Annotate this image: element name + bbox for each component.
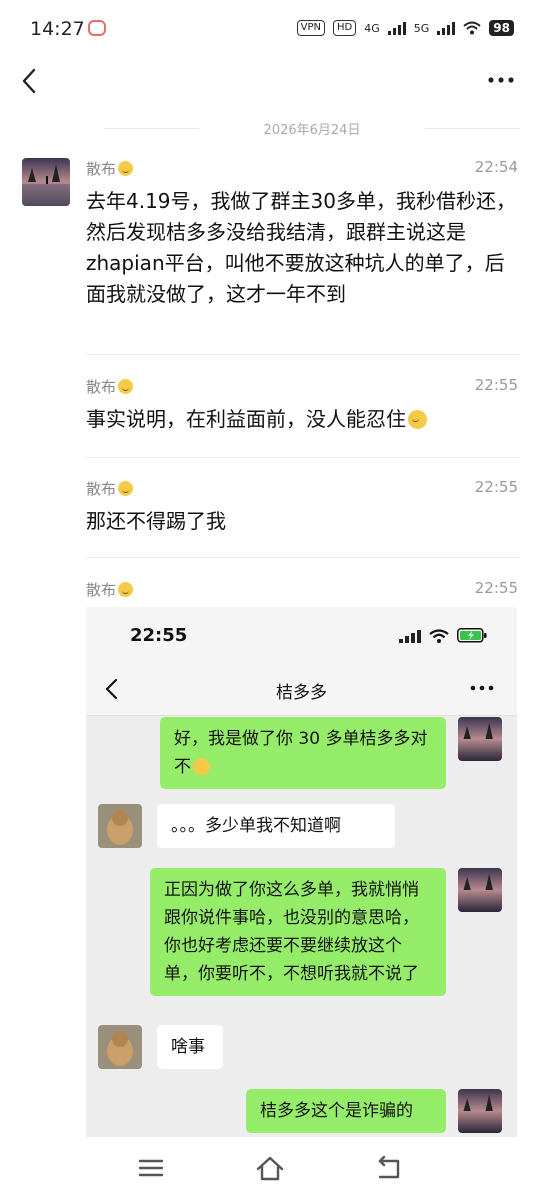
divider bbox=[86, 354, 520, 355]
sender-name: 散布 bbox=[86, 378, 117, 396]
message-time: 22:55 bbox=[474, 376, 518, 394]
chat-bubble-received: 啥事 bbox=[157, 1025, 223, 1069]
message-time: 22:54 bbox=[474, 158, 518, 176]
net1-label: 4G bbox=[364, 21, 380, 35]
net2-label: 5G bbox=[413, 21, 430, 35]
message-time: 22:55 bbox=[474, 579, 518, 597]
smile-emoji-icon bbox=[118, 379, 134, 394]
laugh-emoji-icon bbox=[408, 410, 427, 429]
signal-icon bbox=[387, 21, 406, 35]
chat-bubble-sent: 桔多多这个是诈骗的 bbox=[246, 1089, 446, 1133]
chat-title: 桔多多 bbox=[276, 683, 327, 703]
signal-icon-2 bbox=[437, 21, 456, 35]
wifi-icon bbox=[463, 21, 481, 35]
system-nav-bar bbox=[0, 1137, 540, 1199]
message-item[interactable]: 散布 22:54 去年4.19号，我做了群主30多单，我秒借秒还，然后发现桔多多… bbox=[86, 158, 520, 310]
sender-name: 散布 bbox=[86, 160, 117, 178]
status-icons: VPN HD 4G 5G 98 bbox=[296, 20, 514, 36]
avatar-other bbox=[98, 1025, 142, 1069]
status-bar: 14:27 VPN HD 4G 5G 98 bbox=[0, 0, 540, 60]
message-item[interactable]: 散布 22:55 bbox=[86, 579, 520, 603]
chat-bubble-sent: 正因为做了你这么多单，我就悄悄跟你说件事哈，也没别的意思哈，你也好考虑还要不要继… bbox=[150, 868, 446, 996]
smile-emoji-icon bbox=[118, 582, 134, 597]
message-text: 去年4.19号，我做了群主30多单，我秒借秒还，然后发现桔多多没给我结清，跟群主… bbox=[86, 189, 516, 306]
battery-icon: 98 bbox=[489, 20, 514, 36]
more-icon[interactable] bbox=[486, 70, 516, 90]
hd-badge: HD bbox=[333, 20, 357, 36]
avatar-other bbox=[98, 804, 142, 848]
screenshot-time: 22:55 bbox=[130, 625, 188, 646]
message-text: 事实说明，在利益面前，没人能忍住 bbox=[86, 407, 406, 431]
home-icon[interactable] bbox=[253, 1153, 287, 1183]
sender-name: 散布 bbox=[86, 480, 117, 498]
more-icon bbox=[470, 685, 494, 691]
message-text: 那还不得踢了我 bbox=[86, 509, 226, 533]
message-time: 22:55 bbox=[474, 478, 518, 496]
message-item[interactable]: 散布 22:55 那还不得踢了我 bbox=[86, 478, 520, 537]
chat-bubble-received: 。。。多少单我不知道啊 bbox=[157, 804, 395, 848]
signal-icon bbox=[399, 629, 421, 643]
status-time: 14:27 bbox=[30, 18, 85, 40]
chat-bubble-sent: 好，我是做了你 30 多单桔多多对不 bbox=[160, 717, 446, 789]
screenshot-status-bar: 22:55 bbox=[86, 607, 517, 663]
divider bbox=[86, 557, 520, 558]
avatar bbox=[458, 717, 502, 761]
screenshot-nav: 桔多多 bbox=[86, 663, 517, 716]
wifi-icon bbox=[429, 628, 449, 643]
return-icon[interactable] bbox=[372, 1153, 406, 1183]
vpn-badge: VPN bbox=[296, 20, 325, 36]
divider bbox=[86, 457, 520, 458]
avatar[interactable] bbox=[22, 158, 70, 206]
smile-emoji-icon bbox=[118, 161, 134, 176]
screenshot-image[interactable]: 22:55 桔多多 好，我是做了你 30 多单桔多多对不 。。。多少单我不知道啊… bbox=[86, 607, 517, 1137]
avatar bbox=[458, 1089, 502, 1133]
menu-icon[interactable] bbox=[134, 1153, 168, 1183]
avatar bbox=[458, 868, 502, 912]
laugh-emoji-icon bbox=[193, 758, 210, 775]
sender-name: 散布 bbox=[86, 581, 117, 599]
notification-icon bbox=[88, 20, 106, 36]
back-icon[interactable] bbox=[16, 66, 46, 96]
battery-icon bbox=[457, 628, 487, 643]
top-bar bbox=[0, 60, 540, 104]
message-item[interactable]: 散布 22:55 事实说明，在利益面前，没人能忍住 bbox=[86, 376, 520, 435]
smile-emoji-icon bbox=[118, 481, 134, 496]
date-separator: 2026年6月24日 bbox=[104, 118, 520, 138]
bubble-text: 好，我是做了你 30 多单桔多多对不 bbox=[174, 729, 428, 777]
